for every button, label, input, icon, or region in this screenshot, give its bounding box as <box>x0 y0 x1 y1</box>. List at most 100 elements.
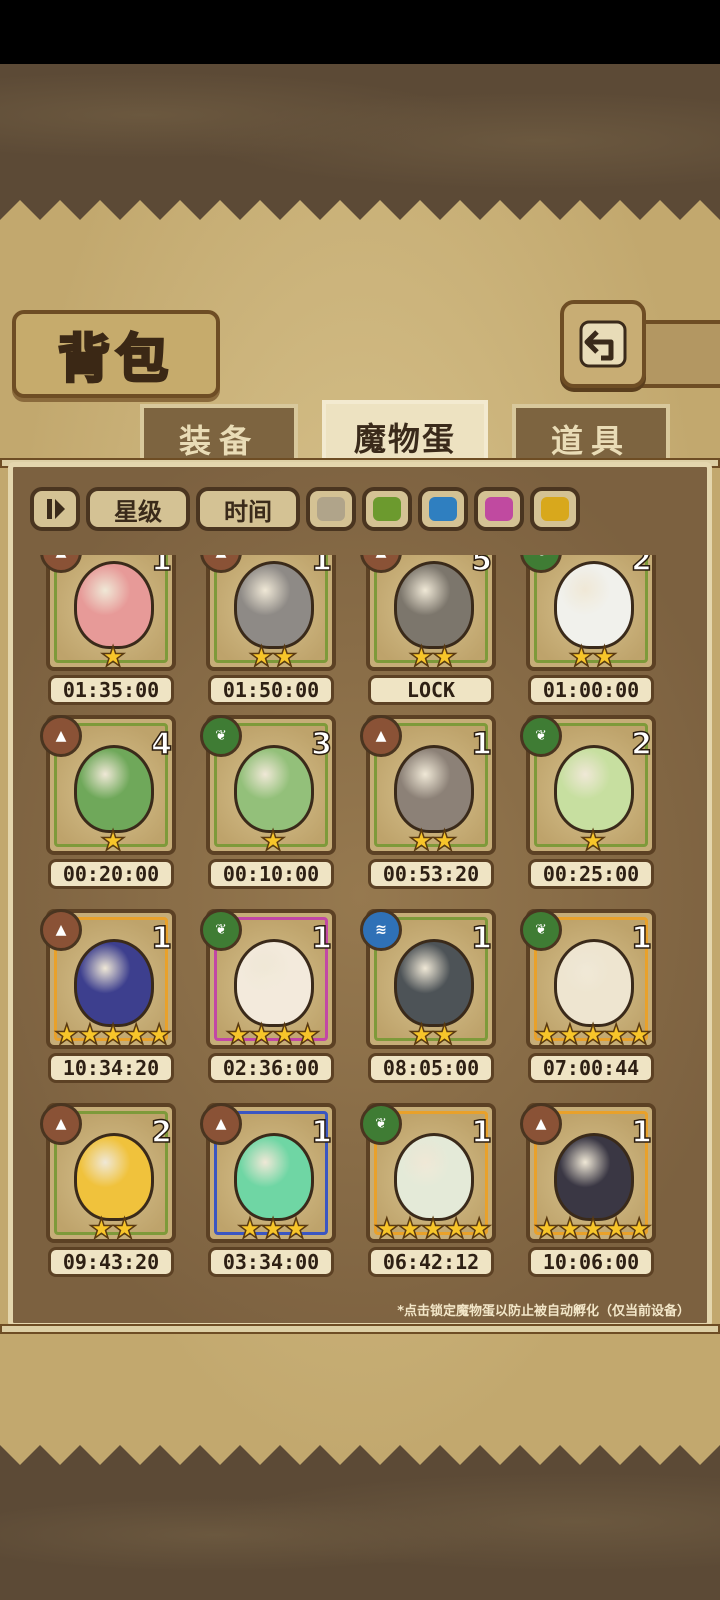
page-title-plate: 背包 <box>12 310 220 398</box>
egg-card[interactable]: ❦ 1 ★ ★ ★ ★ 02:36:00 <box>188 909 338 1083</box>
hatch-time: 07:00:44 <box>528 1053 654 1083</box>
hatch-time: 10:34:20 <box>48 1053 174 1083</box>
zigzag-top <box>0 190 720 220</box>
star-icon: ★ <box>100 1018 127 1051</box>
back-button[interactable] <box>560 300 646 388</box>
sort-by-time-button[interactable]: 时间 <box>196 487 300 531</box>
egg-count: 1 <box>150 920 172 957</box>
earth-element-icon: ▲ <box>520 1103 562 1145</box>
egg-card[interactable]: ▲ 4 ★ 00:20:00 <box>28 715 178 889</box>
egg-count: 2 <box>150 1114 172 1151</box>
tab-equipment-label: 装备 <box>178 422 259 460</box>
egg-card[interactable]: ▲ 2 ★ ★ 09:43:20 <box>28 1103 178 1277</box>
egg-count: 2 <box>630 555 652 579</box>
star-rating: ★ ★ <box>378 640 488 673</box>
star-icon: ★ <box>580 1212 607 1245</box>
egg-image <box>394 1133 474 1221</box>
star-icon: ★ <box>603 1212 630 1245</box>
egg-card[interactable]: ▲ 1 ★ ★ ★ 03:34:00 <box>188 1103 338 1277</box>
star-icon: ★ <box>626 1018 653 1051</box>
egg-card[interactable]: ▲ 1 ★ ★ ★ ★ ★ 10:34:20 <box>28 909 178 1083</box>
star-icon: ★ <box>431 640 458 673</box>
star-rating: ★ ★ <box>378 1018 488 1051</box>
egg-card[interactable]: ▲1★01:35:00 <box>28 555 178 705</box>
egg-card[interactable]: ▲5★★LOCK <box>348 555 498 705</box>
star-rating: ★ <box>58 640 168 673</box>
egg-card[interactable]: ▲ 1 ★ ★ 00:53:20 <box>348 715 498 889</box>
star-icon: ★ <box>397 1212 424 1245</box>
egg-image <box>394 561 474 649</box>
filter-gray-swatch <box>317 497 345 521</box>
filter-blue-button[interactable] <box>418 487 468 531</box>
star-icon: ★ <box>408 640 435 673</box>
star-icon: ★ <box>248 1018 275 1051</box>
star-icon: ★ <box>373 1212 400 1245</box>
star-rating: ★ ★ ★ ★ <box>218 1018 328 1051</box>
star-icon: ★ <box>557 1212 584 1245</box>
back-arrow-icon <box>579 320 627 368</box>
star-icon: ★ <box>431 1018 458 1051</box>
egg-card[interactable]: ❦ 3 ★ 00:10:00 <box>188 715 338 889</box>
egg-card[interactable]: ≋ 1 ★ ★ 08:05:00 <box>348 909 498 1083</box>
egg-image <box>234 939 314 1027</box>
star-icon: ★ <box>408 824 435 857</box>
star-icon: ★ <box>443 1212 470 1245</box>
egg-count: 1 <box>630 1114 652 1151</box>
star-icon: ★ <box>123 1018 150 1051</box>
star-icon: ★ <box>53 1018 80 1051</box>
back-rail <box>636 320 720 388</box>
egg-image <box>394 745 474 833</box>
star-icon: ★ <box>294 1018 321 1051</box>
star-icon: ★ <box>283 1212 310 1245</box>
star-icon: ★ <box>533 1212 560 1245</box>
star-rating: ★ ★ ★ <box>218 1212 328 1245</box>
egg-image <box>234 1133 314 1221</box>
egg-card[interactable]: ▲1★★01:50:00 <box>188 555 338 705</box>
star-rating: ★ ★ ★ ★ ★ <box>53 1018 172 1051</box>
star-rating: ★ ★ <box>218 640 328 673</box>
egg-card[interactable]: ❦ 1 ★ ★ ★ ★ ★ 07:00:44 <box>508 909 658 1083</box>
egg-count: 1 <box>150 555 172 579</box>
tab-items-label: 道具 <box>550 422 631 460</box>
star-rating: ★ ★ ★ ★ ★ <box>373 1212 492 1245</box>
egg-count: 1 <box>470 920 492 957</box>
star-icon: ★ <box>580 824 607 857</box>
egg-count: 1 <box>310 1114 332 1151</box>
filter-pink-button[interactable] <box>474 487 524 531</box>
star-icon: ★ <box>77 1018 104 1051</box>
star-icon: ★ <box>557 1018 584 1051</box>
hatch-time: 06:42:12 <box>368 1247 494 1277</box>
hatch-time: 00:10:00 <box>208 859 334 889</box>
star-icon: ★ <box>271 640 298 673</box>
star-icon: ★ <box>603 1018 630 1051</box>
filter-gold-button[interactable] <box>530 487 580 531</box>
star-icon: ★ <box>100 824 127 857</box>
egg-card[interactable]: ❦ 1 ★ ★ ★ ★ ★ 06:42:12 <box>348 1103 498 1277</box>
egg-card[interactable]: ▲ 1 ★ ★ ★ ★ ★ 10:06:00 <box>508 1103 658 1277</box>
star-icon: ★ <box>568 640 595 673</box>
earth-element-icon: ▲ <box>40 715 82 757</box>
panel-bottom-rail <box>0 1324 720 1334</box>
egg-image <box>554 1133 634 1221</box>
star-rating: ★ ★ <box>538 640 648 673</box>
egg-card[interactable]: ❦2★★01:00:00 <box>508 555 658 705</box>
star-icon: ★ <box>626 1212 653 1245</box>
sort-by-star-button[interactable]: 星级 <box>86 487 190 531</box>
star-rating: ★ <box>538 824 648 857</box>
star-icon: ★ <box>591 640 618 673</box>
egg-count: 4 <box>150 726 172 763</box>
filter-green-button[interactable] <box>362 487 412 531</box>
nature-element-icon: ❦ <box>200 715 242 757</box>
egg-image <box>234 561 314 649</box>
egg-image <box>234 745 314 833</box>
water-element-icon: ≋ <box>360 909 402 951</box>
egg-card[interactable]: ❦ 2 ★ 00:25:00 <box>508 715 658 889</box>
star-rating: ★ <box>58 824 168 857</box>
star-rating: ★ ★ <box>58 1214 168 1244</box>
filter-gray-button[interactable] <box>306 487 356 531</box>
lock-hint-text: *点击锁定魔物蛋以防止被自动孵化（仅当前设备） <box>397 1304 690 1319</box>
star-icon: ★ <box>420 1212 447 1245</box>
egg-count: 1 <box>310 555 332 579</box>
filter-toggle-button[interactable] <box>30 487 80 531</box>
star-icon: ★ <box>100 640 127 673</box>
